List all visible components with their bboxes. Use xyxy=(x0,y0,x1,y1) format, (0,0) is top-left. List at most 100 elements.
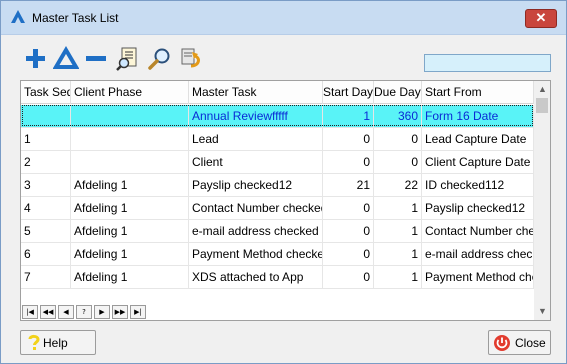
table-row[interactable]: 3 Afdeling 1 Payslip checked12 21 22 ID check… xyxy=(21,174,534,197)
cell-due-day[interactable]: 0 xyxy=(374,151,422,174)
cell-start-from[interactable]: Payment Method checke xyxy=(422,266,534,289)
cell-master-task[interactable]: Payment Method checked xyxy=(189,243,323,266)
column-header-start-from[interactable]: Start From xyxy=(422,81,534,104)
cell-master-task[interactable]: Contact Number checked xyxy=(189,197,323,220)
column-header-due-day[interactable]: Due Day xyxy=(374,81,422,104)
cell-task-seq[interactable]: 1 xyxy=(21,128,71,151)
cell-start-day[interactable]: 0 xyxy=(323,128,374,151)
cell-due-day[interactable]: 1 xyxy=(374,197,422,220)
close-button[interactable]: Close xyxy=(488,330,551,355)
table-row[interactable]: 4 Afdeling 1 Contact Number checked 0 1 Paysl… xyxy=(21,197,534,220)
column-header-master-task[interactable]: Master Task xyxy=(189,81,323,104)
search-button[interactable] xyxy=(147,46,173,72)
report-button[interactable] xyxy=(115,46,141,72)
app-logo-icon xyxy=(11,10,25,23)
cell-due-day[interactable]: 360 xyxy=(374,105,422,128)
table-row[interactable]: 7 Afdeling 1 XDS attached to App 0 1 Payment … xyxy=(21,266,534,289)
nav-last-button[interactable]: ▶| xyxy=(130,305,146,319)
cell-task-seq[interactable]: 4 xyxy=(21,197,71,220)
cell-master-task[interactable]: XDS attached to App xyxy=(189,266,323,289)
table-row[interactable]: 1 Lead 0 0 Lead Capture Date xyxy=(21,128,534,151)
cell-start-day[interactable]: 0 xyxy=(323,220,374,243)
window-title: Master Task List xyxy=(32,11,119,25)
nav-prior-page-button[interactable]: ◀◀ xyxy=(40,305,56,319)
cell-client-phase[interactable]: Afdeling 1 xyxy=(71,220,189,243)
help-button-label: Help xyxy=(43,336,68,350)
cell-client-phase[interactable]: Afdeling 1 xyxy=(71,197,189,220)
cell-start-day[interactable]: 21 xyxy=(323,174,374,197)
cell-task-seq[interactable]: 2 xyxy=(21,151,71,174)
window-close-button[interactable]: ✕ xyxy=(525,9,557,28)
task-grid[interactable]: Task Seq Client Phase Master Task Start … xyxy=(20,80,551,321)
cell-start-day[interactable]: 0 xyxy=(323,243,374,266)
scroll-down-arrow-icon[interactable]: ▼ xyxy=(534,303,550,320)
cell-start-from[interactable]: Payslip checked12 xyxy=(422,197,534,220)
master-task-list-window: Master Task List ✕ Task Seq Client Phase… xyxy=(0,0,567,364)
table-row[interactable]: Annual Reviewfffff 1 360 Form 16 Date xyxy=(21,105,534,128)
report-search-icon xyxy=(116,47,137,71)
triangle-icon xyxy=(52,46,80,69)
undo-icon xyxy=(181,48,200,68)
cell-task-seq[interactable]: 6 xyxy=(21,243,71,266)
cell-start-from[interactable]: Lead Capture Date xyxy=(422,128,534,151)
close-button-label: Close xyxy=(515,336,546,350)
cell-start-day[interactable]: 0 xyxy=(323,266,374,289)
cell-task-seq[interactable]: 7 xyxy=(21,266,71,289)
undo-button[interactable] xyxy=(179,46,205,72)
column-header-task-seq[interactable]: Task Seq xyxy=(21,81,71,104)
cell-start-from[interactable]: Form 16 Date xyxy=(422,105,534,128)
cell-due-day[interactable]: 22 xyxy=(374,174,422,197)
cell-master-task[interactable]: e-mail address checked xyxy=(189,220,323,243)
cell-task-seq[interactable]: 5 xyxy=(21,220,71,243)
cell-start-day[interactable]: 0 xyxy=(323,197,374,220)
vertical-scrollbar[interactable]: ▲ ▼ xyxy=(534,81,550,320)
cell-start-from[interactable]: e-mail address checke xyxy=(422,243,534,266)
scroll-thumb[interactable] xyxy=(536,98,548,113)
record-navigator: |◀ ◀◀ ◀ ? ▶ ▶▶ ▶| xyxy=(22,305,162,320)
help-question-icon xyxy=(28,334,40,350)
cell-master-task[interactable]: Annual Reviewfffff xyxy=(189,105,323,128)
nav-prior-button[interactable]: ◀ xyxy=(58,305,74,319)
column-header-start-day[interactable]: Start Day xyxy=(323,81,374,104)
cell-due-day[interactable]: 1 xyxy=(374,220,422,243)
cell-task-seq[interactable]: 3 xyxy=(21,174,71,197)
edit-button[interactable] xyxy=(52,46,80,72)
grid-header: Task Seq Client Phase Master Task Start … xyxy=(21,81,534,104)
table-row[interactable]: 5 Afdeling 1 e-mail address checked 0 1 Conta… xyxy=(21,220,534,243)
cell-client-phase[interactable] xyxy=(71,151,189,174)
cell-due-day[interactable]: 1 xyxy=(374,243,422,266)
cell-master-task[interactable]: Lead xyxy=(189,128,323,151)
power-icon xyxy=(494,335,510,351)
add-button[interactable] xyxy=(23,46,49,72)
column-header-client-phase[interactable]: Client Phase xyxy=(71,81,189,104)
cell-start-from[interactable]: ID checked112 xyxy=(422,174,534,197)
cell-due-day[interactable]: 0 xyxy=(374,128,422,151)
scroll-up-arrow-icon[interactable]: ▲ xyxy=(534,81,550,98)
cell-start-from[interactable]: Client Capture Date xyxy=(422,151,534,174)
cell-client-phase[interactable]: Afdeling 1 xyxy=(71,266,189,289)
table-row[interactable]: 2 Client 0 0 Client Capture Date xyxy=(21,151,534,174)
plus-icon xyxy=(26,49,45,68)
cell-task-seq[interactable] xyxy=(21,105,71,128)
cell-client-phase[interactable] xyxy=(71,105,189,128)
nav-next-button[interactable]: ▶ xyxy=(94,305,110,319)
cell-start-from[interactable]: Contact Number checke xyxy=(422,220,534,243)
search-input[interactable] xyxy=(424,54,551,72)
cell-master-task[interactable]: Payslip checked12 xyxy=(189,174,323,197)
cell-due-day[interactable]: 1 xyxy=(374,266,422,289)
cell-master-task[interactable]: Client xyxy=(189,151,323,174)
nav-first-button[interactable]: |◀ xyxy=(22,305,38,319)
magnifier-icon xyxy=(148,48,170,70)
nav-next-page-button[interactable]: ▶▶ xyxy=(112,305,128,319)
minus-icon xyxy=(86,56,106,61)
table-row[interactable]: 6 Afdeling 1 Payment Method checked 0 1 e-mai… xyxy=(21,243,534,266)
cell-client-phase[interactable]: Afdeling 1 xyxy=(71,243,189,266)
cell-client-phase[interactable]: Afdeling 1 xyxy=(71,174,189,197)
delete-button[interactable] xyxy=(83,46,109,72)
cell-start-day[interactable]: 0 xyxy=(323,151,374,174)
help-button[interactable]: Help xyxy=(20,330,96,355)
title-bar[interactable]: Master Task List ✕ xyxy=(1,1,566,35)
cell-start-day[interactable]: 1 xyxy=(323,105,374,128)
cell-client-phase[interactable] xyxy=(71,128,189,151)
nav-help-button[interactable]: ? xyxy=(76,305,92,319)
